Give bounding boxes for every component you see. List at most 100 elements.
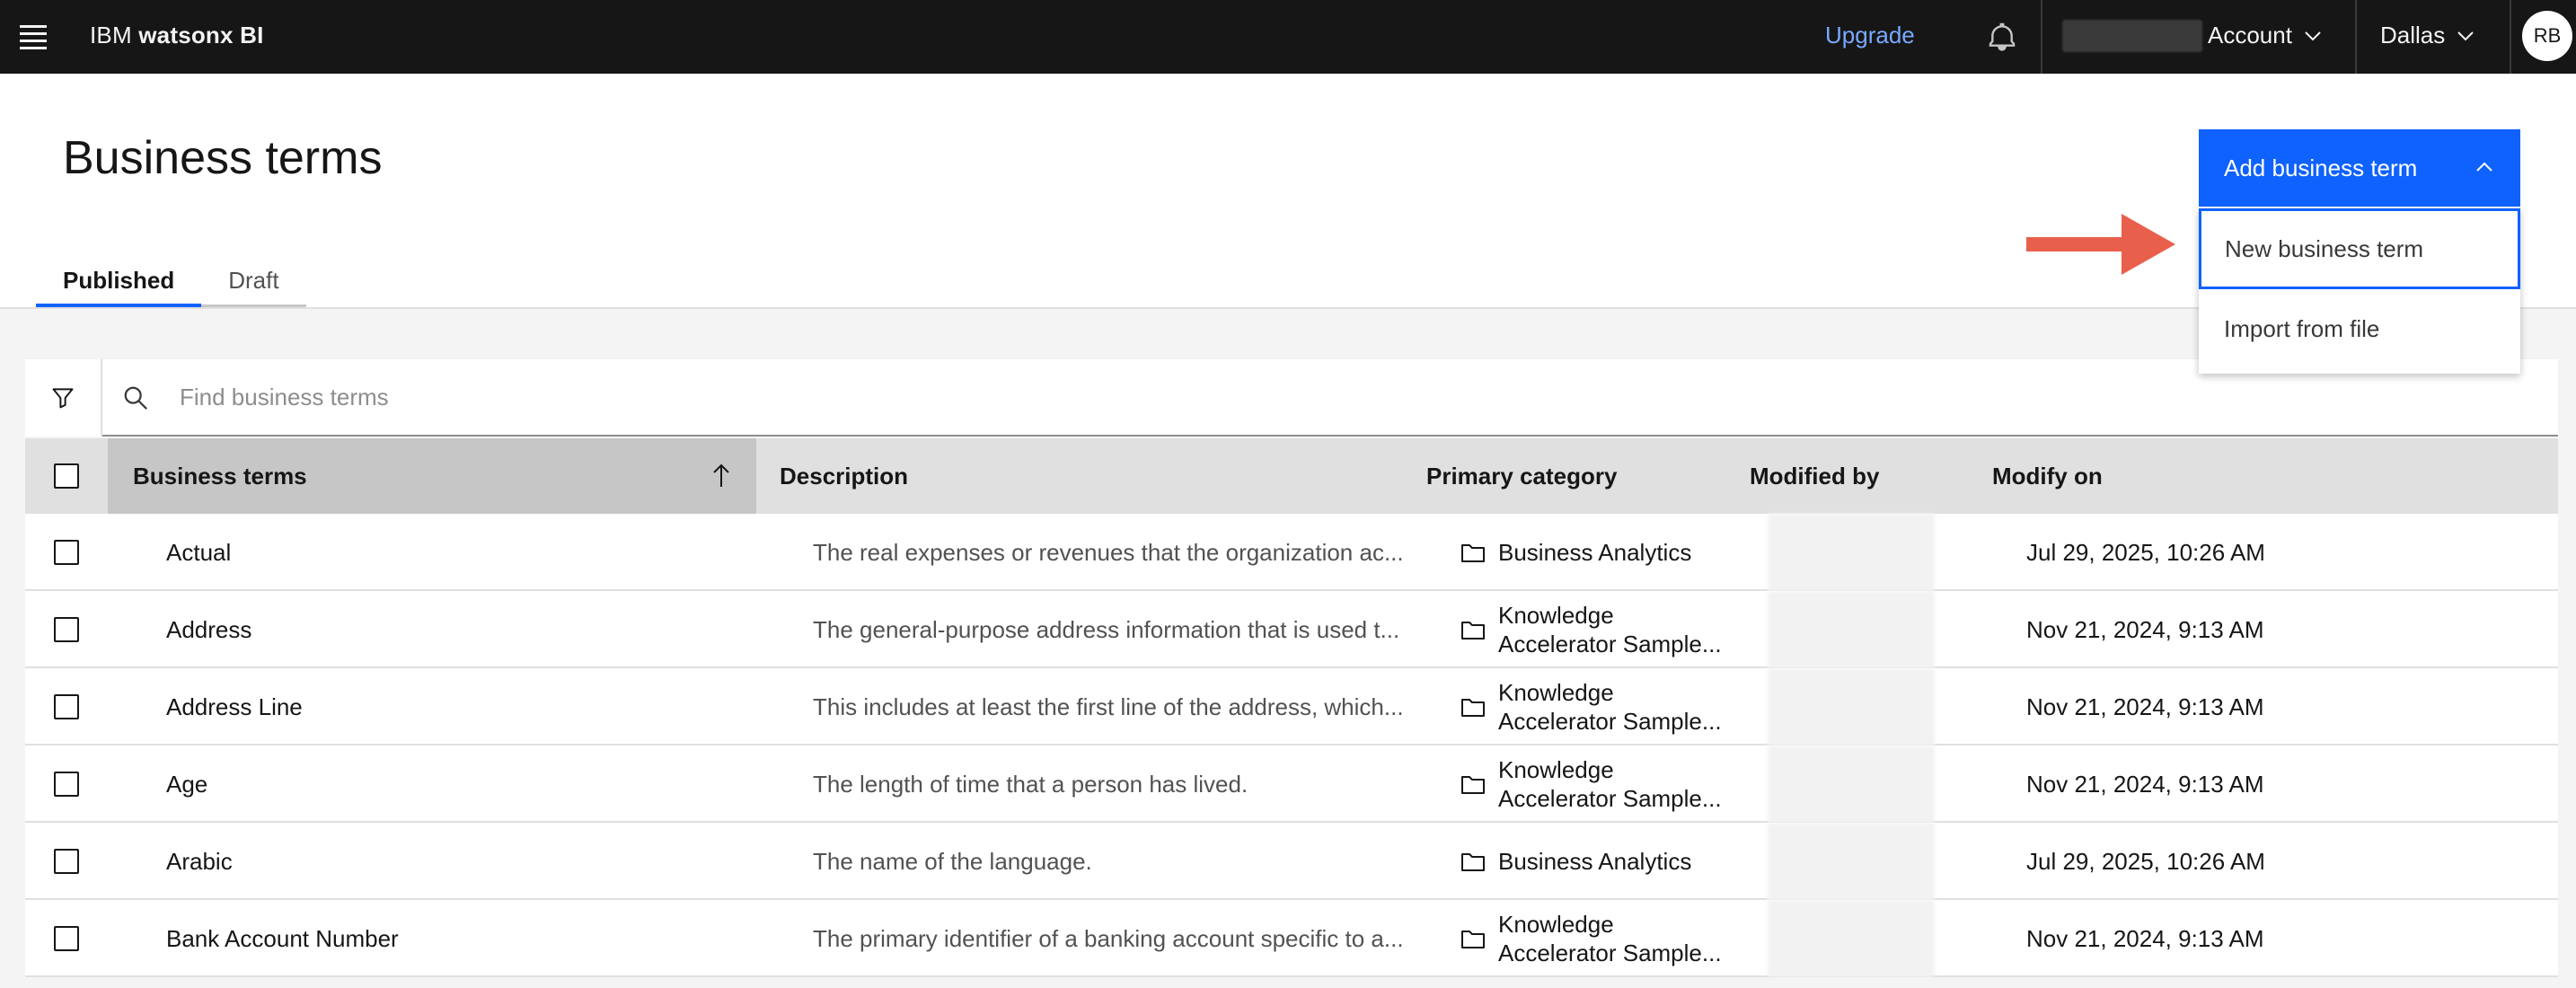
row-select-cell (25, 745, 108, 823)
folder-icon (1461, 699, 1485, 717)
folder-icon (1461, 776, 1485, 794)
chevron-down-icon (2457, 31, 2474, 40)
modified-by-redacted (1768, 823, 1935, 900)
filter-icon (52, 388, 74, 409)
category-line-1: Knowledge (1498, 679, 1614, 706)
sort-ascending-icon (713, 463, 729, 487)
category-line-1: Knowledge (1498, 756, 1614, 783)
folder-icon (1461, 544, 1485, 562)
menu-item-new-business-term[interactable]: New business term (2199, 208, 2520, 289)
modified-on: Jul 29, 2025, 10:26 AM (2026, 538, 2265, 566)
row-select-cell (25, 900, 108, 977)
modified-by-redacted (1768, 745, 1935, 823)
term-name[interactable]: Address (166, 591, 251, 668)
column-header-business-terms[interactable]: Business terms (108, 438, 756, 514)
nav-divider (2041, 0, 2042, 74)
search-bar (102, 359, 2558, 437)
modified-by-redacted (1768, 591, 1935, 668)
category-text: Knowledge Accelerator Sample... (1498, 601, 1722, 658)
table-row[interactable]: Actual The real expenses or revenues that… (25, 514, 2558, 591)
column-header-modified-by[interactable]: Modified by (1750, 438, 1879, 514)
select-all-checkbox[interactable] (54, 463, 79, 489)
column-label: Business terms (133, 462, 307, 490)
description-text: This includes at least the first line of… (813, 692, 1404, 720)
description-text: The primary identifier of a banking acco… (813, 924, 1404, 952)
avatar[interactable]: RB (2522, 11, 2572, 61)
category-line-1: Knowledge (1498, 602, 1614, 629)
column-header-modify-on[interactable]: Modify on (1992, 438, 2103, 514)
row-checkbox[interactable] (54, 849, 79, 874)
primary-category[interactable]: Knowledge Accelerator Sample... (1460, 745, 1722, 823)
primary-category[interactable]: Business Analytics (1460, 514, 1691, 591)
row-select-cell (25, 591, 108, 668)
table-row[interactable]: Arabic The name of the language. Business … (25, 823, 2558, 900)
category-line-2: Accelerator Sample... (1498, 939, 1722, 966)
term-name[interactable]: Actual (166, 514, 231, 591)
term-description: This includes at least the first line of… (813, 668, 1406, 745)
search-icon (124, 386, 147, 410)
notification-bell-icon[interactable] (1985, 18, 2019, 54)
category-line-2: Accelerator Sample... (1498, 785, 1722, 812)
table-row[interactable]: Address The general-purpose address infor… (25, 591, 2558, 668)
term-name[interactable]: Address Line (166, 668, 303, 745)
term-description: The real expenses or revenues that the o… (813, 514, 1406, 591)
modified-by-redacted (1768, 668, 1935, 745)
row-checkbox[interactable] (54, 926, 79, 951)
row-checkbox[interactable] (54, 540, 79, 565)
app-brand[interactable]: IBM watsonx BI (90, 22, 264, 49)
filter-button[interactable] (25, 359, 102, 437)
category-text: Knowledge Accelerator Sample... (1498, 755, 1722, 813)
modified-on: Nov 21, 2024, 9:13 AM (2026, 692, 2264, 720)
table-row[interactable]: Bank Account Number The primary identifie… (25, 900, 2558, 977)
row-checkbox[interactable] (54, 694, 79, 719)
column-header-description[interactable]: Description (780, 438, 908, 514)
description-text: The general-purpose address information … (813, 615, 1400, 643)
primary-category[interactable]: Knowledge Accelerator Sample... (1460, 591, 1722, 668)
primary-category[interactable]: Knowledge Accelerator Sample... (1460, 900, 1722, 977)
description-text: The length of time that a person has liv… (813, 770, 1248, 798)
term-name[interactable]: Bank Account Number (166, 900, 399, 977)
upgrade-link[interactable]: Upgrade (1825, 22, 1915, 49)
chevron-up-icon (2476, 162, 2492, 172)
region-switcher[interactable]: Dallas (2380, 22, 2474, 49)
row-select-cell (25, 514, 108, 591)
menu-item-import-from-file[interactable]: Import from file (2199, 289, 2520, 368)
description-text: The real expenses or revenues that the o… (813, 538, 1404, 566)
select-all-cell (25, 438, 108, 514)
hamburger-menu-icon[interactable] (20, 22, 50, 52)
add-button-label: Add business term (2224, 154, 2418, 181)
folder-icon (1461, 622, 1485, 640)
table-header: Business terms Description Primary categ… (25, 438, 2558, 514)
column-header-primary-category[interactable]: Primary category (1426, 438, 1617, 514)
category-text: Business Analytics (1498, 538, 1691, 567)
search-input[interactable] (180, 359, 2515, 435)
brand-name: watsonx BI (138, 22, 264, 49)
modified-on: Nov 21, 2024, 9:13 AM (2026, 770, 2264, 798)
top-nav-bar: IBM watsonx BI Upgrade Account Dallas RB (0, 0, 2576, 74)
modified-on: Jul 29, 2025, 10:26 AM (2026, 847, 2265, 875)
tab-published[interactable]: Published (36, 257, 202, 307)
tab-list: Published Draft (36, 257, 306, 307)
region-label: Dallas (2380, 22, 2446, 49)
term-name[interactable]: Age (166, 745, 207, 823)
description-text: The name of the language. (813, 847, 1092, 875)
add-term-dropdown-menu: New business term Import from file (2199, 208, 2520, 374)
chevron-down-icon (2305, 31, 2321, 40)
term-description: The length of time that a person has liv… (813, 745, 1406, 823)
row-select-cell (25, 668, 108, 745)
account-switcher[interactable]: Account (2208, 22, 2321, 49)
primary-category[interactable]: Knowledge Accelerator Sample... (1460, 668, 1722, 745)
tab-draft[interactable]: Draft (201, 257, 306, 307)
folder-icon (1461, 853, 1485, 871)
primary-category[interactable]: Business Analytics (1460, 823, 1691, 900)
folder-icon (1461, 931, 1485, 948)
category-text: Knowledge Accelerator Sample... (1498, 910, 1722, 967)
table-row[interactable]: Address Line This includes at least the f… (25, 668, 2558, 745)
account-label: Account (2208, 22, 2292, 49)
add-business-term-button[interactable]: Add business term (2199, 129, 2520, 207)
term-name[interactable]: Arabic (166, 823, 233, 900)
row-checkbox[interactable] (54, 772, 79, 797)
modified-by-redacted (1768, 900, 1935, 977)
row-checkbox[interactable] (54, 617, 79, 642)
table-row[interactable]: Age The length of time that a person has … (25, 745, 2558, 823)
